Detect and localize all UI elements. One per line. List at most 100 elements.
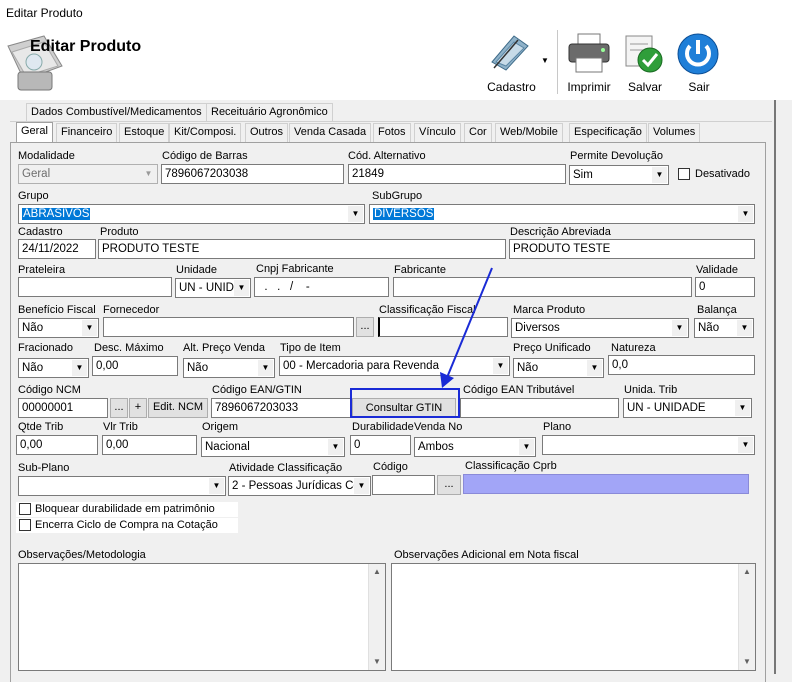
natureza-field[interactable]: 0,0 (608, 355, 755, 375)
window-title-bar: Editar Produto (0, 0, 792, 26)
atividade-classificacao-select[interactable]: 2 - Pessoas Jurídicas Cor ▼ (228, 476, 371, 496)
validade-label: Validade (696, 264, 738, 276)
marca-produto-select[interactable]: Diversos ▼ (511, 318, 689, 338)
salvar-label: Salvar (627, 80, 662, 94)
observacoes-textarea[interactable]: ▲ ▼ (18, 563, 386, 671)
alt-preco-venda-label: Alt. Preço Venda (183, 342, 265, 354)
codigo-ean-label: Código EAN/GTIN (212, 384, 302, 396)
edit-ncm-button[interactable]: Edit. NCM (148, 398, 208, 418)
codigo-lookup-button[interactable]: ... (437, 475, 461, 495)
produto-field[interactable]: PRODUTO TESTE (98, 239, 506, 259)
tab-financeiro[interactable]: Financeiro (56, 123, 118, 142)
codigo-ncm-field[interactable]: 00000001 (18, 398, 108, 418)
balanca-select[interactable]: Não ▼ (694, 318, 754, 338)
tab-geral[interactable]: Geral (16, 122, 53, 143)
tab-dados-combustivel[interactable]: Dados Combustível/Medicamentos (26, 103, 207, 122)
scroll-up-icon[interactable]: ▲ (739, 564, 755, 580)
alt-preco-venda-select[interactable]: Não ▼ (183, 358, 275, 378)
scroll-up-icon[interactable]: ▲ (369, 564, 385, 580)
desc-maximo-field[interactable]: 0,00 (92, 356, 178, 376)
chevron-down-icon: ▼ (328, 439, 343, 455)
encerra-checkbox[interactable] (19, 519, 31, 531)
codigo-barras-field[interactable]: 7896067203038 (161, 164, 344, 184)
atividade-classificacao-label: Atividade Classificação (229, 462, 343, 474)
tab-estoque[interactable]: Estoque (119, 123, 170, 142)
marca-produto-value: Diversos (515, 322, 560, 334)
tab-cor[interactable]: Cor (464, 123, 492, 142)
tab-outros[interactable]: Outros (245, 123, 289, 142)
unidade-select[interactable]: UN - UNIDA ▼ (175, 278, 251, 298)
tab-fotos[interactable]: Fotos (373, 123, 411, 142)
tab-receituario[interactable]: Receituário Agronômico (206, 103, 333, 122)
unida-trib-select[interactable]: UN - UNIDADE ▼ (623, 398, 752, 418)
codigo-ean-field[interactable]: 7896067203033 (211, 398, 353, 418)
beneficio-fiscal-select[interactable]: Não ▼ (18, 318, 99, 338)
desativado-checkbox[interactable] (678, 168, 690, 180)
prateleira-field[interactable] (18, 277, 172, 297)
grupo-select[interactable]: ABRASIVOS ▼ (18, 204, 365, 224)
tab-especificacao[interactable]: Especificação (569, 123, 647, 142)
unidade-value: UN - UNIDA (179, 282, 242, 294)
ncm-add-button[interactable]: + (129, 398, 147, 418)
cadastro-button[interactable]: ▼ Cadastro (484, 28, 554, 98)
classificacao-cprb-field[interactable] (463, 474, 749, 494)
cadastro-date-field[interactable]: 24/11/2022 (18, 239, 96, 259)
subgrupo-value: DIVERSOS (373, 208, 435, 220)
codigo-field[interactable] (372, 475, 435, 495)
durabilidade-field[interactable]: 0 (350, 435, 411, 455)
origem-value: Nacional (205, 441, 250, 453)
modalidade-select[interactable]: Geral ▼ (18, 164, 158, 184)
vlr-trib-field[interactable]: 0,00 (102, 435, 197, 455)
tab-venda-casada[interactable]: Venda Casada (289, 123, 372, 142)
upper-tab-row-line (10, 121, 772, 122)
desc-maximo-label: Desc. Máximo (94, 342, 164, 354)
descricao-abreviada-field[interactable]: PRODUTO TESTE (509, 239, 755, 259)
toolbar-separator (557, 30, 558, 94)
ncm-lookup-button[interactable]: ... (110, 398, 128, 418)
codigo-ean-trib-field[interactable] (460, 398, 619, 418)
origem-select[interactable]: Nacional ▼ (201, 437, 345, 457)
scroll-down-icon[interactable]: ▼ (369, 654, 385, 670)
venda-no-select[interactable]: Ambos ▼ (414, 437, 536, 457)
natureza-label: Natureza (611, 342, 656, 354)
bloquear-checkbox[interactable] (19, 503, 31, 515)
cnpj-fabricante-field[interactable]: . . / - (254, 277, 389, 297)
modalidade-value: Geral (22, 168, 51, 180)
salvar-button[interactable]: Salvar (620, 28, 670, 98)
validade-field[interactable]: 0 (695, 277, 755, 297)
permite-devolucao-select[interactable]: Sim ▼ (569, 165, 669, 185)
sair-label: Sair (688, 80, 710, 94)
fracionado-label: Fracionado (18, 342, 74, 354)
tab-web-mobile[interactable]: Web/Mobile (495, 123, 563, 142)
fornecedor-lookup-button[interactable]: ... (356, 317, 374, 337)
sair-button[interactable]: Sair (672, 28, 726, 98)
tab-kit-composi[interactable]: Kit/Composi. (169, 123, 242, 142)
durabilidade-label: Durabilidade (352, 421, 414, 433)
prateleira-label: Prateleira (18, 264, 66, 276)
chevron-down-icon: ▼ (735, 400, 750, 416)
observacoes-nf-scrollbar[interactable]: ▲ ▼ (738, 564, 755, 670)
classificacao-cprb-label: Classificação Cprb (465, 460, 557, 472)
preco-unificado-select[interactable]: Não ▼ (513, 358, 604, 378)
subgrupo-select[interactable]: DIVERSOS ▼ (369, 204, 755, 224)
fornecedor-field[interactable] (103, 317, 354, 337)
scroll-down-icon[interactable]: ▼ (739, 654, 755, 670)
marca-produto-label: Marca Produto (513, 304, 586, 316)
qtde-trib-field[interactable]: 0,00 (16, 435, 98, 455)
observacoes-nf-label: Observações Adicional em Nota fiscal (394, 549, 579, 561)
beneficio-fiscal-value: Não (22, 322, 44, 334)
observacoes-scrollbar[interactable]: ▲ ▼ (368, 564, 385, 670)
cod-alternativo-field[interactable]: 21849 (348, 164, 566, 184)
tab-vinculo[interactable]: Vínculo (414, 123, 461, 142)
chevron-down-icon: ▼ (738, 206, 753, 222)
imprimir-button[interactable]: Imprimir (562, 28, 616, 98)
chevron-down-icon: ▼ (541, 56, 549, 65)
chevron-down-icon: ▼ (209, 478, 224, 494)
observacoes-nf-textarea[interactable]: ▲ ▼ (391, 563, 756, 671)
plano-select[interactable]: ▼ (542, 435, 755, 455)
chevron-down-icon: ▼ (738, 437, 753, 453)
fracionado-select[interactable]: Não ▼ (18, 358, 89, 378)
sub-plano-select[interactable]: ▼ (18, 476, 226, 496)
window-right-border (774, 100, 776, 674)
tab-volumes[interactable]: Volumes (648, 123, 701, 142)
